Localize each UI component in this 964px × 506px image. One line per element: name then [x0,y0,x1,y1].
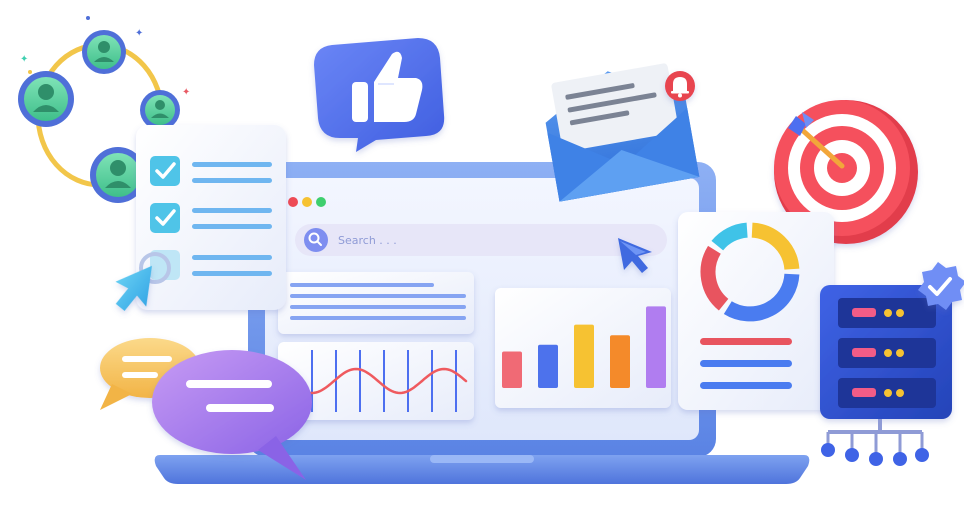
text-line [192,208,272,213]
checkbox-checked[interactable] [150,203,180,233]
svg-text:✦: ✦ [182,87,190,98]
text-line [122,372,158,378]
content-card [278,272,474,334]
text-line [186,380,272,388]
bell-icon [665,71,695,101]
text-line [192,178,272,183]
text-line [290,305,466,309]
search-icon [304,228,328,252]
donut-card [678,212,834,410]
text-line [700,360,792,367]
text-line [122,356,172,362]
server-rack-icon [820,285,952,466]
server-unit [838,338,936,368]
avatar [18,71,74,127]
text-line [290,283,434,287]
window-dot-green[interactable] [316,197,326,207]
server-unit [838,298,936,328]
text-line [192,271,272,276]
text-line [290,316,466,320]
search-bar[interactable]: Search . . . [295,224,667,256]
bar [574,324,594,388]
text-line [700,382,792,389]
text-line [192,255,272,260]
window-controls [288,197,326,207]
svg-text:✦: ✦ [20,54,28,65]
thumbs-up-icon [314,38,445,152]
avatar [140,90,180,130]
svg-text:✦: ✦ [135,28,143,39]
text-line [290,294,466,298]
text-line [192,224,272,229]
text-line [192,162,272,167]
text-line [206,404,274,412]
window-dot-yellow[interactable] [302,197,312,207]
network-connectors [821,419,929,466]
bar [538,344,558,388]
bar [646,306,666,388]
avatar [82,30,126,74]
search-input[interactable]: Search . . . [338,234,397,247]
bar [502,351,522,388]
server-unit [838,378,936,408]
checkbox-checked[interactable] [150,156,180,186]
bar [610,335,630,388]
illustration-canvas: ✦ ✦ ✦ Search . . . [18,16,964,484]
window-dot-red[interactable] [288,197,298,207]
text-line [700,338,792,345]
checklist-icon [115,125,286,311]
